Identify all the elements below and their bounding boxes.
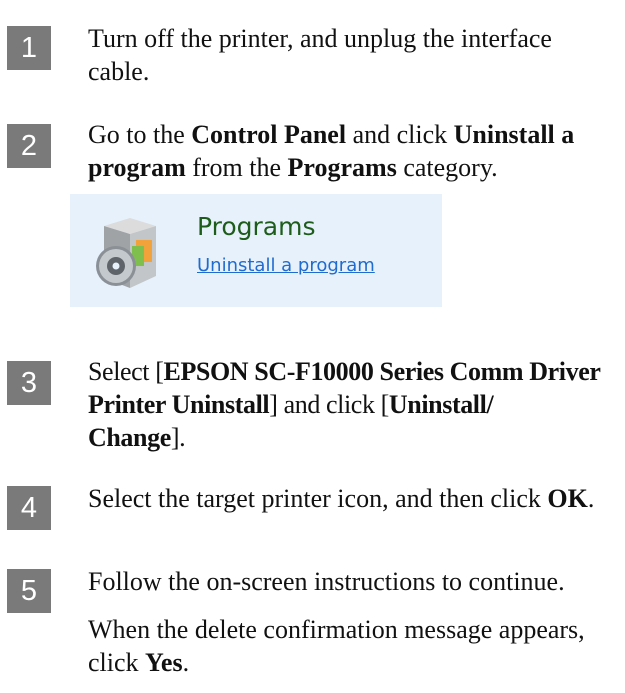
bold-term: Change — [88, 423, 171, 452]
text-line: Change]. — [88, 421, 623, 454]
text-run: Select the target printer icon, and then… — [88, 484, 548, 513]
text-run: from the — [185, 153, 288, 182]
text-run: cable. — [88, 57, 150, 86]
bold-term: program — [88, 153, 186, 182]
text-run: click — [88, 648, 146, 677]
step-number-badge: 5 — [7, 569, 51, 613]
text-run: . — [587, 484, 595, 513]
text-run: Turn off the printer, and unplug the int… — [88, 24, 552, 53]
text-line: program from the Programs category. — [88, 151, 618, 184]
text-line: Select the target printer icon, and then… — [88, 482, 618, 515]
bold-term: Uninstall/ — [388, 390, 494, 419]
bold-term: EPSON SC-F10000 Series Comm Driver — [163, 357, 601, 386]
text-line: cable. — [88, 55, 608, 88]
step-number-badge: 1 — [7, 26, 51, 70]
bold-term: Printer Uninstall — [88, 390, 270, 419]
text-run: Go to the — [88, 120, 192, 149]
bold-term: Uninstall a — [453, 120, 575, 149]
text-line: Go to the Control Panel and click Uninst… — [88, 118, 618, 151]
step-3-text: Select [EPSON SC-F10000 Series Comm Driv… — [88, 355, 623, 454]
text-line: click Yes. — [88, 646, 618, 679]
text-run: . — [182, 648, 190, 677]
step-number-badge: 3 — [7, 361, 51, 405]
step-number-badge: 2 — [7, 124, 51, 168]
bold-term: Control Panel — [191, 120, 347, 149]
step-1-text: Turn off the printer, and unplug the int… — [88, 22, 608, 88]
text-line: Turn off the printer, and unplug the int… — [88, 22, 608, 55]
text-run: ] and click [ — [269, 390, 389, 419]
programs-icon — [96, 218, 156, 288]
bold-term: Programs — [287, 153, 397, 182]
text-run: and click — [346, 120, 454, 149]
step-number-badge: 4 — [7, 486, 51, 530]
text-run: category. — [396, 153, 498, 182]
bold-term: OK — [547, 484, 588, 513]
text-run: Select [ — [88, 357, 164, 386]
step-5-instruction: Follow the on-screen instructions to con… — [88, 565, 618, 598]
step-5-text: Follow the on-screen instructions to con… — [88, 565, 618, 679]
text-line: Printer Uninstall] and click [Uninstall/ — [88, 388, 623, 421]
text-line: Select [EPSON SC-F10000 Series Comm Driv… — [88, 355, 623, 388]
uninstall-program-link[interactable]: Uninstall a program — [197, 255, 375, 276]
text-line: When the delete confirmation message app… — [88, 613, 618, 646]
text-run: ]. — [170, 423, 186, 452]
control-panel-programs-panel: Programs Uninstall a program — [70, 194, 442, 307]
step-4-text: Select the target printer icon, and then… — [88, 482, 618, 515]
text-line: Follow the on-screen instructions to con… — [88, 565, 618, 598]
programs-title: Programs — [197, 212, 316, 241]
bold-term: Yes — [145, 648, 183, 677]
step-2-text: Go to the Control Panel and click Uninst… — [88, 118, 618, 184]
step-5-note: When the delete confirmation message app… — [88, 613, 618, 679]
text-run: Follow the on-screen instructions to con… — [88, 567, 565, 596]
text-run: When the delete confirmation message app… — [88, 615, 585, 644]
